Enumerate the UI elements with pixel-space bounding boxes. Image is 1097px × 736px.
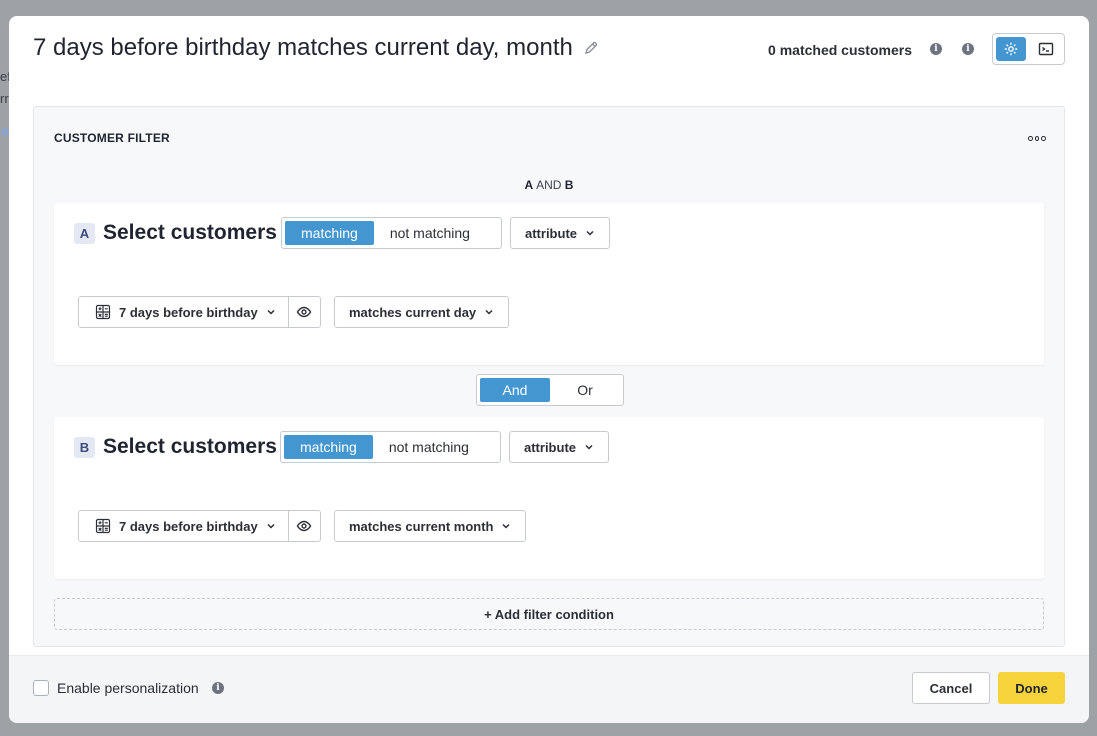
matching-option[interactable]: matching bbox=[285, 221, 374, 245]
filter-group-b: B Select customers matching not matching… bbox=[54, 417, 1044, 579]
chevron-down-icon bbox=[267, 309, 275, 315]
add-filter-condition-button[interactable]: + Add filter condition bbox=[54, 598, 1044, 630]
attribute-name: 7 days before birthday bbox=[119, 304, 258, 320]
matching-toggle: matching not matching bbox=[280, 431, 501, 463]
filter-modal: 7 days before birthday matches current d… bbox=[9, 16, 1089, 723]
attribute-selector: 7 days before birthday bbox=[78, 510, 321, 542]
chevron-down-icon bbox=[586, 230, 594, 236]
more-options-icon[interactable] bbox=[1028, 134, 1047, 142]
calculated-attribute-icon bbox=[95, 518, 111, 534]
panel-title: CUSTOMER FILTER bbox=[54, 131, 170, 145]
info-icon[interactable]: i bbox=[962, 43, 974, 55]
chevron-down-icon bbox=[267, 523, 275, 529]
filter-type-dropdown[interactable]: attribute bbox=[510, 217, 610, 249]
preview-button[interactable] bbox=[289, 511, 320, 541]
filter-name: 7 days before birthday matches current d… bbox=[33, 34, 573, 61]
chevron-down-icon bbox=[502, 523, 511, 529]
group-title: Select customers bbox=[103, 435, 277, 458]
calculated-attribute-icon bbox=[95, 304, 111, 320]
matching-toggle: matching not matching bbox=[281, 217, 502, 249]
personalization-checkbox[interactable] bbox=[33, 680, 49, 696]
group-title: Select customers bbox=[103, 221, 277, 244]
modal-title: 7 days before birthday matches current d… bbox=[33, 34, 599, 62]
modal-footer: Enable personalization i Cancel Done bbox=[9, 655, 1089, 723]
builder-mode-toggle bbox=[992, 33, 1065, 65]
attribute-selector: 7 days before birthday bbox=[78, 296, 321, 328]
code-editor-button[interactable] bbox=[1032, 37, 1062, 61]
condition-dropdown[interactable]: matches current day bbox=[334, 296, 510, 328]
condition-dropdown[interactable]: matches current month bbox=[334, 510, 527, 542]
background-dot bbox=[1, 128, 9, 136]
eye-icon bbox=[296, 520, 312, 532]
info-icon[interactable]: i bbox=[930, 43, 942, 55]
customer-filter-panel: CUSTOMER FILTER A AND B A Select custome… bbox=[33, 106, 1065, 647]
info-icon[interactable]: i bbox=[212, 682, 224, 694]
preview-button[interactable] bbox=[289, 297, 320, 327]
cancel-button[interactable]: Cancel bbox=[912, 672, 990, 704]
visual-builder-icon bbox=[1004, 42, 1017, 56]
done-button[interactable]: Done bbox=[998, 672, 1065, 704]
chevron-down-icon bbox=[585, 444, 593, 450]
and-or-toggle: And Or bbox=[476, 374, 624, 406]
group-letter-badge: A bbox=[74, 223, 95, 244]
personalization-label: Enable personalization bbox=[57, 680, 199, 696]
eye-icon bbox=[296, 306, 312, 318]
attribute-dropdown[interactable]: 7 days before birthday bbox=[79, 297, 289, 327]
filter-type-dropdown[interactable]: attribute bbox=[509, 431, 609, 463]
matched-customers-count: 0 matched customers bbox=[768, 42, 912, 58]
logic-expression: A AND B bbox=[524, 178, 574, 192]
filter-group-a: A Select customers matching not matching… bbox=[54, 203, 1044, 365]
or-option[interactable]: Or bbox=[550, 378, 620, 402]
attribute-name: 7 days before birthday bbox=[119, 518, 258, 534]
attribute-dropdown[interactable]: 7 days before birthday bbox=[79, 511, 289, 541]
group-letter-badge: B bbox=[74, 437, 95, 458]
not-matching-option[interactable]: not matching bbox=[373, 435, 485, 459]
pencil-icon[interactable] bbox=[583, 40, 599, 56]
matching-option[interactable]: matching bbox=[284, 435, 373, 459]
not-matching-option[interactable]: not matching bbox=[374, 221, 486, 245]
code-terminal-icon bbox=[1039, 42, 1054, 56]
visual-builder-button[interactable] bbox=[996, 37, 1026, 61]
and-option[interactable]: And bbox=[480, 378, 550, 402]
chevron-down-icon bbox=[485, 309, 493, 315]
